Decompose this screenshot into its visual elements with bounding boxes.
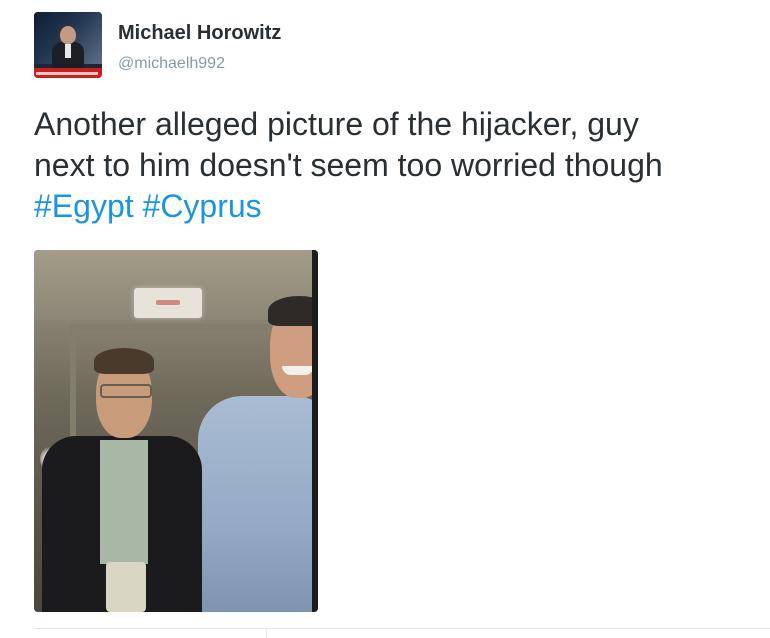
avatar[interactable] xyxy=(34,12,102,78)
hashtag-cyprus[interactable]: #Cyprus xyxy=(143,188,262,224)
avatar-person-head xyxy=(60,26,76,44)
tweet-text-line-1: Another alleged picture of the hijacker,… xyxy=(34,106,639,142)
tweet-text-line-2: next to him doesn't seem too worried tho… xyxy=(34,147,663,183)
avatar-news-ticker-text xyxy=(36,72,98,75)
photo-man-right-body xyxy=(198,396,318,612)
author-handle[interactable]: @michaelh992 xyxy=(118,55,225,73)
photo-man-right-smile xyxy=(282,366,314,375)
avatar-person-tie xyxy=(65,44,71,58)
author-name[interactable]: Michael Horowitz xyxy=(118,22,281,45)
photo-man-left-belt xyxy=(106,562,146,612)
photo-man-left-hair xyxy=(94,348,154,374)
hashtag-egypt[interactable]: #Egypt xyxy=(34,188,134,224)
tweet-footer-divider xyxy=(34,628,770,629)
tweet-card: Michael Horowitz @michaelh992 Another al… xyxy=(0,0,770,638)
photo-man-right-hair xyxy=(268,296,318,326)
tweet-photo[interactable] xyxy=(34,250,318,612)
tweet-text: Another alleged picture of the hijacker,… xyxy=(34,104,770,227)
photo-exit-sign xyxy=(134,288,202,318)
photo-dark-edge xyxy=(312,250,318,612)
tweet-footer-separator xyxy=(266,629,267,638)
photo-man-left-glasses xyxy=(100,384,152,398)
photo-man-left-shirt xyxy=(100,440,148,564)
hashtag-line: #Egypt #Cyprus xyxy=(34,186,770,227)
